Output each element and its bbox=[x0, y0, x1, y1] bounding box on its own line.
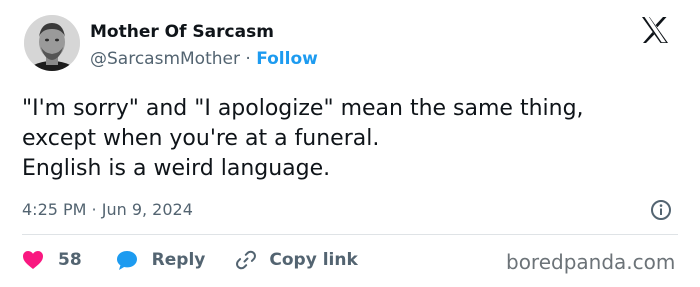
copy-link-button[interactable]: Copy link bbox=[235, 249, 358, 271]
tweet-card: Mother Of Sarcasm @SarcasmMother · Follo… bbox=[0, 0, 700, 287]
like-button[interactable]: 58 bbox=[22, 250, 82, 270]
tweet-line: English is a weird language. bbox=[22, 156, 331, 181]
tweet-actions: 58 Reply Copy link bbox=[22, 247, 358, 273]
avatar[interactable] bbox=[24, 15, 80, 71]
boredpanda-watermark: boredpanda.com bbox=[506, 250, 676, 274]
speech-bubble-icon bbox=[116, 250, 137, 270]
divider bbox=[22, 234, 678, 235]
reply-label: Reply bbox=[151, 250, 206, 270]
author-name[interactable]: Mother Of Sarcasm bbox=[90, 22, 274, 42]
x-logo-icon[interactable] bbox=[640, 16, 670, 44]
reply-button[interactable]: Reply bbox=[116, 250, 206, 271]
tweet-text: "I'm sorry" and "I apologize" mean the s… bbox=[22, 94, 682, 184]
avatar-portrait bbox=[24, 15, 80, 71]
author-handle-row: @SarcasmMother · Follow bbox=[90, 49, 318, 69]
tweet-line: "I'm sorry" and "I apologize" mean the s… bbox=[22, 96, 584, 121]
heart-icon bbox=[23, 251, 43, 269]
info-icon[interactable] bbox=[650, 199, 672, 221]
link-icon bbox=[236, 250, 257, 270]
author-handle[interactable]: @SarcasmMother bbox=[90, 49, 240, 69]
tweet-timestamp[interactable]: 4:25 PM · Jun 9, 2024 bbox=[22, 200, 193, 219]
like-count: 58 bbox=[58, 250, 82, 270]
copy-link-label: Copy link bbox=[269, 250, 358, 270]
handle-separator: · bbox=[245, 49, 251, 69]
follow-button[interactable]: Follow bbox=[256, 49, 318, 69]
tweet-line: except when you're at a funeral. bbox=[22, 126, 380, 151]
